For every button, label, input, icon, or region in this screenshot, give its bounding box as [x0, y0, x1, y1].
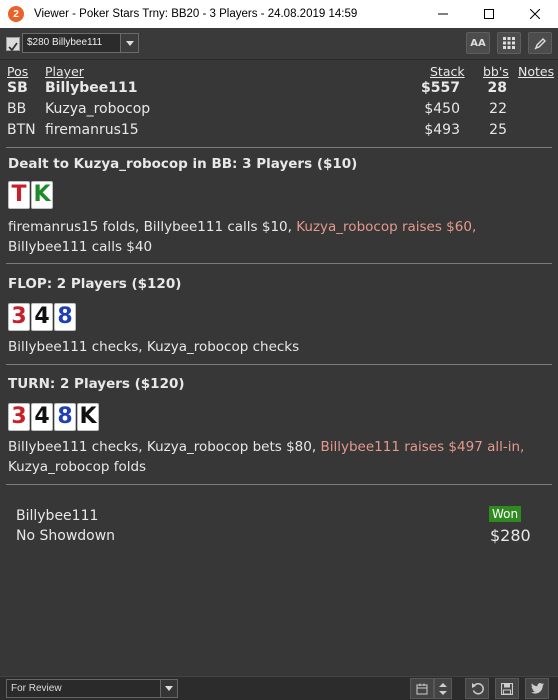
checkmark-icon	[8, 42, 18, 52]
hole-cards: T K	[8, 181, 53, 209]
player-pos: BTN	[7, 122, 36, 138]
header-stack[interactable]: Stack	[430, 64, 465, 79]
card-rank: 3	[11, 304, 27, 329]
playing-card: K	[31, 181, 53, 209]
playing-card: 4	[31, 403, 53, 431]
player-stack: $493	[424, 122, 460, 138]
player-row[interactable]: BB Kuzya_robocop $450 22	[0, 101, 558, 121]
chevron-down-icon	[120, 34, 138, 52]
card-rank: K	[79, 404, 97, 429]
player-bbs: 28	[487, 80, 507, 96]
playing-card: 3	[8, 403, 30, 431]
edit-button[interactable]	[528, 32, 552, 54]
close-button[interactable]	[512, 0, 558, 28]
preflop-actions: firemanrus15 folds, Billybee111 calls $1…	[8, 217, 553, 257]
player-row[interactable]: BTN firemanrus15 $493 25	[0, 122, 558, 142]
grid-view-button[interactable]	[497, 32, 521, 54]
action-text: Billybee111 calls $40	[8, 239, 153, 255]
grid-icon	[503, 37, 515, 49]
card-rank: 3	[11, 404, 27, 429]
card-rank: K	[33, 182, 51, 207]
playing-card: 3	[8, 303, 30, 331]
card-rank: T	[11, 182, 27, 207]
card-rank: 4	[34, 304, 50, 329]
player-stack: $557	[421, 80, 460, 96]
flop-title: FLOP: 2 Players ($120)	[8, 276, 182, 292]
turn-cards: 3 4 8 K	[8, 403, 99, 431]
section-divider	[6, 484, 552, 485]
calendar-icon	[416, 683, 428, 694]
header-pos[interactable]: Pos	[7, 64, 28, 79]
font-size-button[interactable]: AA	[466, 32, 490, 54]
playing-card: K	[77, 403, 99, 431]
winner-name: Billybee111	[16, 508, 99, 524]
raise-action: Billybee111 raises $497 all-in,	[320, 439, 525, 455]
action-text: Billybee111 checks, Kuzya_robocop bets $…	[8, 439, 321, 455]
player-pos: SB	[7, 80, 28, 96]
hand-select-checkbox[interactable]	[6, 37, 20, 52]
header-notes[interactable]: Notes	[518, 64, 554, 79]
player-name: firemanrus15	[45, 122, 139, 138]
player-select-value: $280 Billybee111	[27, 37, 103, 48]
font-size-icon: AA	[470, 37, 486, 49]
player-name: Kuzya_robocop	[45, 101, 151, 117]
action-text: firemanrus15 folds, Billybee111 calls $1…	[8, 219, 297, 235]
section-divider	[6, 364, 552, 365]
card-rank: 8	[57, 404, 73, 429]
preflop-title: Dealt to Kuzya_robocop in BB: 3 Players …	[8, 156, 358, 172]
player-bbs: 25	[489, 122, 507, 138]
turn-actions: Billybee111 checks, Kuzya_robocop bets $…	[8, 437, 553, 477]
review-select-value: For Review	[11, 683, 62, 694]
raise-action: Kuzya_robocop raises $60,	[296, 219, 477, 235]
twitter-share-button[interactable]	[525, 678, 549, 699]
turn-title: TURN: 2 Players ($120)	[8, 376, 185, 392]
chevron-down-icon	[160, 680, 177, 697]
player-stack: $450	[424, 101, 460, 117]
minimize-button[interactable]	[420, 0, 466, 28]
player-bbs: 22	[489, 101, 507, 117]
status-bar: For Review	[0, 676, 558, 700]
card-rank: 4	[34, 404, 50, 429]
flop-cards: 3 4 8	[8, 303, 76, 331]
app-logo-icon: 2	[8, 6, 24, 22]
title-bar: 2 Viewer - Poker Stars Trny: BB20 - 3 Pl…	[0, 0, 558, 28]
close-icon	[530, 9, 540, 19]
section-divider	[6, 263, 552, 264]
playing-card: T	[8, 181, 30, 209]
window-title: Viewer - Poker Stars Trny: BB20 - 3 Play…	[34, 8, 358, 20]
header-player[interactable]: Player	[45, 64, 84, 79]
player-row[interactable]: SB Billybee111 $557 28	[0, 80, 558, 100]
player-pos: BB	[7, 101, 27, 117]
sort-arrows-icon	[439, 682, 447, 695]
maximize-button[interactable]	[466, 0, 512, 28]
action-text: Kuzya_robocop folds	[8, 459, 147, 475]
maximize-icon	[484, 9, 494, 19]
twitter-icon	[530, 683, 544, 694]
toolbar: $280 Billybee111 AA	[0, 28, 558, 60]
card-rank: 8	[57, 304, 73, 329]
minimize-icon	[438, 13, 448, 15]
review-select[interactable]: For Review	[6, 679, 178, 698]
playing-card: 4	[31, 303, 53, 331]
flop-actions: Billybee111 checks, Kuzya_robocop checks	[8, 339, 300, 355]
showdown-result: No Showdown	[16, 528, 116, 544]
player-select[interactable]: $280 Billybee111	[22, 33, 139, 53]
replay-button[interactable]	[465, 678, 489, 699]
player-name: Billybee111	[45, 80, 138, 96]
save-icon	[501, 682, 513, 695]
section-divider	[6, 147, 552, 148]
undo-icon	[471, 683, 484, 695]
sort-button[interactable]	[434, 678, 452, 699]
header-bbs[interactable]: bb's	[483, 64, 509, 79]
won-amount: $280	[490, 526, 531, 545]
playing-card: 8	[54, 403, 76, 431]
calendar-button[interactable]	[410, 678, 434, 699]
playing-card: 8	[54, 303, 76, 331]
won-badge: Won	[489, 506, 522, 522]
save-button[interactable]	[495, 678, 519, 699]
pencil-icon	[534, 37, 546, 49]
